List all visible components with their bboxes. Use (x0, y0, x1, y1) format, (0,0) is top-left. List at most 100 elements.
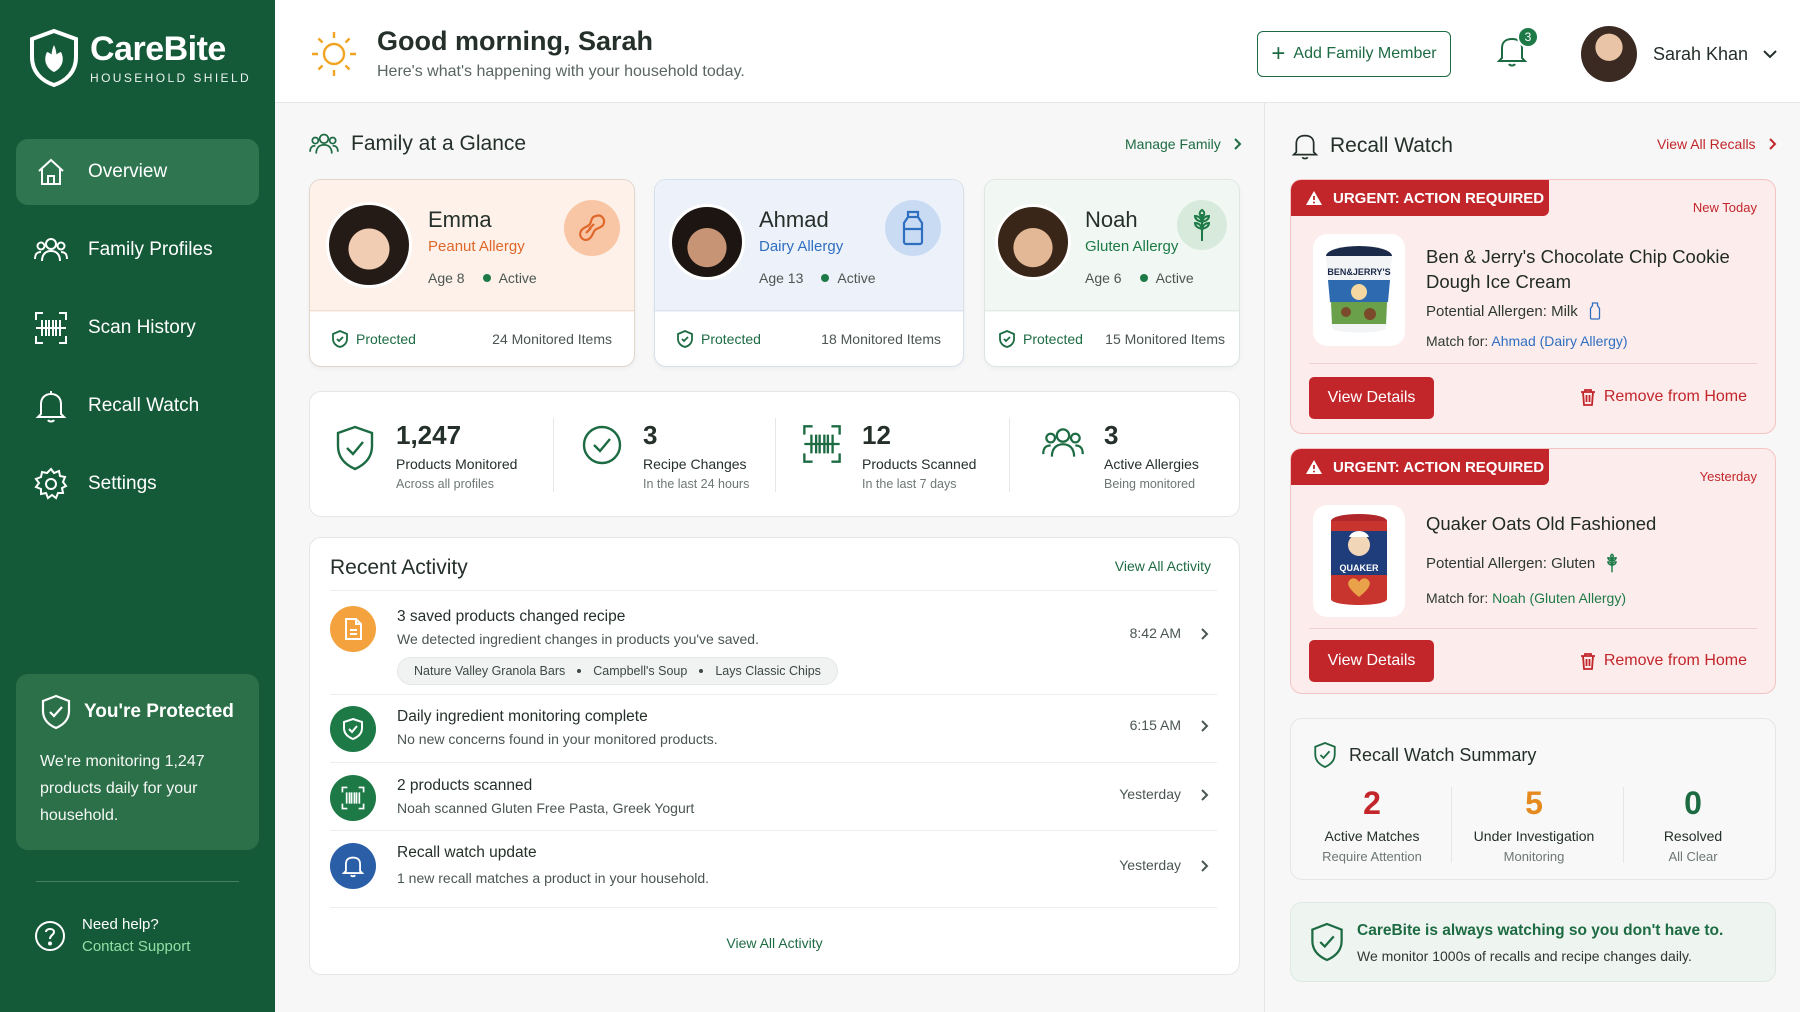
sidebar-item-recall-watch[interactable]: Recall Watch (16, 373, 259, 439)
notifications-button[interactable]: 3 (1496, 26, 1539, 73)
remove-from-home-button[interactable]: Remove from Home (1580, 652, 1747, 670)
sidebar-item-label: Settings (88, 473, 157, 494)
summary-label: Active Matches (1324, 828, 1420, 844)
recall-card[interactable]: URGENT: ACTION REQUIRED Yesterday QUAKER… (1290, 448, 1776, 694)
shield-check-icon (330, 706, 376, 752)
contact-support-link[interactable]: Contact Support (82, 936, 190, 958)
stat-sub: In the last 24 hours (643, 477, 750, 491)
watching-title: CareBite is always watching so you don't… (1357, 922, 1724, 939)
view-all-activity-link[interactable]: View All Activity (1115, 558, 1211, 574)
stat-label: Products Scanned (862, 456, 977, 472)
summary-number: 2 (1363, 785, 1381, 821)
sidebar-item-label: Scan History (88, 317, 196, 338)
recent-activity-title: Recent Activity (330, 556, 468, 579)
add-family-member-label: Add Family Member (1293, 45, 1437, 62)
family-section-title: Family at a Glance (309, 131, 526, 157)
stat-sub: Being monitored (1104, 477, 1196, 491)
recall-match-member[interactable]: Ahmad (Dairy Allergy) (1491, 333, 1627, 349)
stat-sub: In the last 7 days (862, 477, 957, 491)
activity-item[interactable]: 3 saved products changed recipe We detec… (330, 590, 1217, 694)
users-icon (1042, 428, 1084, 457)
recall-match-label: Match for: (1426, 333, 1489, 349)
member-status: Active (1155, 270, 1194, 286)
stats-panel: 1,247 Products Monitored Across all prof… (309, 391, 1240, 517)
stat-number: 12 (862, 420, 891, 450)
family-member-card-emma[interactable]: Emma Peanut Allergy Age 8 Active Protect… (309, 179, 635, 367)
shield-check-icon (1311, 922, 1343, 962)
activity-item[interactable]: 2 products scanned Noah scanned Gluten F… (330, 762, 1217, 830)
summary-number: 0 (1684, 785, 1702, 821)
sidebar-item-overview[interactable]: Overview (16, 139, 259, 205)
summary-under-investigation: 5 Under Investigation Monitoring (1454, 785, 1614, 864)
plus-icon: + (1271, 40, 1286, 67)
recall-title-text: Recall Watch (1330, 134, 1453, 157)
check-circle-icon (582, 425, 622, 465)
member-age-status: Age 13 Active (759, 270, 876, 286)
recall-allergen: Potential Allergen: Gluten (1426, 553, 1619, 573)
family-member-card-ahmad[interactable]: Ahmad Dairy Allergy Age 13 Active Protec… (654, 179, 964, 367)
chevron-right-icon (1233, 138, 1242, 150)
recall-watch-summary: Recall Watch Summary 2 Active Matches Re… (1290, 718, 1776, 880)
stat-label: Recipe Changes (643, 456, 747, 472)
recall-match-member[interactable]: Noah (Gluten Allergy) (1492, 590, 1626, 606)
divider (1009, 418, 1010, 492)
trash-icon (1580, 389, 1595, 406)
users-icon (34, 233, 68, 267)
recall-card[interactable]: URGENT: ACTION REQUIRED New Today BEN&JE… (1290, 179, 1776, 434)
view-details-button[interactable]: View Details (1309, 640, 1434, 682)
summary-label: Under Investigation (1473, 828, 1595, 844)
view-all-recalls-label: View All Recalls (1657, 136, 1756, 152)
divider (1451, 787, 1452, 863)
avatar (326, 202, 412, 288)
chevron-right-icon (1768, 138, 1776, 150)
family-member-card-noah[interactable]: Noah Gluten Allergy Age 6 Active Protect… (984, 179, 1240, 367)
view-all-activity-bottom-link[interactable]: View All Activity (310, 935, 1239, 951)
activity-item[interactable]: Daily ingredient monitoring complete No … (330, 694, 1217, 762)
status-dot (1139, 274, 1148, 282)
chevron-right-icon (1201, 789, 1209, 801)
activity-time: 8:42 AM (1129, 625, 1181, 641)
protected-label: Protected (701, 330, 761, 347)
view-all-recalls-link[interactable]: View All Recalls (1657, 136, 1780, 152)
changed-products-chips: Nature Valley Granola Bars Campbell's So… (397, 657, 838, 685)
wheat-icon (1177, 200, 1227, 250)
sidebar-nav: Overview Family Profiles Scan History Re… (16, 139, 259, 529)
sidebar-item-family-profiles[interactable]: Family Profiles (16, 217, 259, 283)
recent-activity-panel: Recent Activity View All Activity 3 save… (309, 537, 1240, 975)
document-icon (330, 606, 376, 652)
avatar (1581, 26, 1637, 82)
activity-item[interactable]: Recall watch update 1 new recall matches… (330, 830, 1217, 908)
summary-active-matches: 2 Active Matches Require Attention (1292, 785, 1452, 864)
help-question: Need help? (82, 916, 159, 933)
summary-label: Resolved (1663, 828, 1723, 844)
recall-allergen-text: Potential Allergen: Milk (1426, 302, 1578, 320)
greeting-subtitle: Here's what's happening with your househ… (377, 63, 745, 80)
sidebar-item-scan-history[interactable]: Scan History (16, 295, 259, 361)
sidebar-item-settings[interactable]: Settings (16, 451, 259, 517)
protected-title: You're Protected (84, 701, 234, 722)
activity-time: Yesterday (1119, 786, 1181, 802)
bell-icon (34, 389, 68, 423)
sidebar-item-label: Overview (88, 161, 168, 182)
member-status: Active (498, 270, 537, 286)
shield-check-icon (41, 694, 71, 730)
remove-from-home-button[interactable]: Remove from Home (1580, 388, 1747, 406)
brand-logo[interactable]: CareBite HOUSEHOLD SHIELD (28, 28, 251, 88)
summary-number: 5 (1525, 785, 1543, 821)
add-family-member-button[interactable]: + Add Family Member (1257, 31, 1451, 77)
sidebar-divider (36, 881, 239, 882)
help-icon (35, 921, 65, 951)
activity-time: Yesterday (1119, 857, 1181, 873)
member-allergy: Peanut Allergy (428, 238, 525, 255)
recall-allergen-text: Potential Allergen: Gluten (1426, 554, 1596, 572)
stat-products-scanned: 12 Products Scanned In the last 7 days (802, 420, 976, 491)
activity-desc: We detected ingredient changes in produc… (397, 631, 759, 647)
user-menu[interactable]: Sarah Khan (1581, 26, 1778, 82)
milk-bottle-icon (1589, 302, 1600, 320)
summary-resolved: 0 Resolved All Clear (1613, 785, 1773, 864)
activity-desc: 1 new recall matches a product in your h… (397, 870, 710, 886)
manage-family-link[interactable]: Manage Family (1125, 136, 1245, 152)
stat-label: Active Allergies (1104, 456, 1199, 472)
urgent-banner: URGENT: ACTION REQUIRED (1291, 449, 1549, 485)
view-details-button[interactable]: View Details (1309, 377, 1434, 419)
